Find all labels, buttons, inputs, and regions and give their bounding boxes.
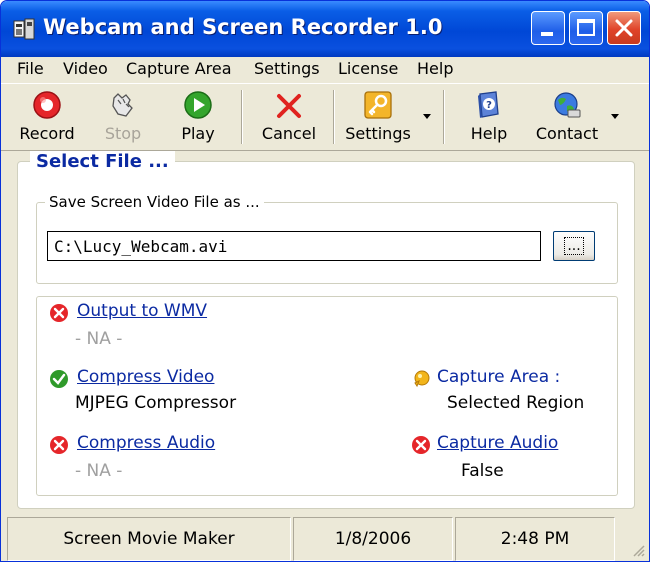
record-button[interactable]: Record [11, 88, 83, 146]
settings-dropdown-arrow-icon[interactable] [423, 114, 431, 119]
minimize-icon [541, 32, 553, 36]
save-file-legend: Save Screen Video File as ... [45, 193, 264, 211]
compress-audio-link[interactable]: Compress Audio [77, 433, 215, 453]
stop-button[interactable]: Stop [93, 88, 153, 146]
lightbulb-hint-icon [414, 370, 430, 388]
menu-settings[interactable]: Settings [254, 57, 320, 81]
output-wmv-value: - NA - [75, 329, 123, 349]
svg-text:?: ? [486, 100, 492, 111]
app-window: Webcam and Screen Recorder 1.0 File Vide… [0, 0, 650, 562]
toolbar-separator [241, 90, 243, 144]
browse-label: ... [564, 237, 584, 255]
toolbar: Record Stop Play Cancel Settings ? Help … [1, 83, 649, 151]
menu-bar: File Video Capture Area Settings License… [1, 57, 649, 81]
capture-area-value: Selected Region [447, 393, 585, 413]
cancel-x-icon [277, 94, 301, 118]
minimize-button[interactable] [531, 11, 565, 45]
app-recorder-icon [13, 18, 35, 40]
cancel-label: Cancel [261, 124, 317, 143]
title-bar[interactable]: Webcam and Screen Recorder 1.0 [1, 1, 649, 57]
contact-label: Contact [535, 124, 599, 143]
resize-grip-icon[interactable] [631, 543, 645, 557]
cancel-button[interactable]: Cancel [255, 88, 323, 146]
capture-audio-link[interactable]: Capture Audio [437, 433, 558, 453]
capture-audio-value: False [461, 461, 504, 481]
contact-button[interactable]: Contact [529, 88, 605, 146]
select-file-legend: Select File ... [30, 151, 175, 172]
check-ok-icon [50, 370, 68, 388]
menu-video[interactable]: Video [63, 57, 108, 81]
status-bar: Screen Movie Maker 1/8/2006 2:48 PM [1, 517, 649, 561]
record-label: Record [19, 124, 75, 143]
help-button[interactable]: ? Help [461, 88, 517, 146]
select-file-group: Select File ... Save Screen Video File a… [17, 151, 635, 509]
play-label: Play [181, 124, 215, 143]
error-x-icon [50, 436, 68, 454]
record-icon [33, 91, 61, 119]
status-time: 2:48 PM [455, 517, 615, 561]
toolbar-separator [443, 90, 445, 144]
capture-area-label: Capture Area : [437, 367, 561, 387]
settings-button[interactable]: Settings [341, 88, 415, 146]
menu-help[interactable]: Help [417, 57, 453, 81]
compress-video-value: MJPEG Compressor [75, 393, 237, 413]
close-button[interactable] [607, 11, 641, 45]
compress-video-link[interactable]: Compress Video [77, 367, 214, 387]
error-x-icon [412, 436, 430, 454]
help-book-icon: ? [478, 91, 499, 118]
window-title: Webcam and Screen Recorder 1.0 [43, 15, 443, 39]
stop-hand-icon [112, 93, 133, 117]
file-path-input[interactable] [47, 231, 541, 261]
contact-globe-icon [554, 92, 581, 118]
settings-label: Settings [345, 124, 411, 143]
browse-button[interactable]: ... [553, 231, 595, 261]
status-date: 1/8/2006 [293, 517, 453, 561]
contact-dropdown-arrow-icon[interactable] [611, 114, 619, 119]
status-app-name: Screen Movie Maker [7, 517, 291, 561]
error-x-icon [50, 304, 68, 322]
save-file-group: Save Screen Video File as ... ... [36, 193, 618, 284]
stop-label: Stop [104, 124, 142, 143]
close-icon [615, 19, 633, 37]
play-button[interactable]: Play [167, 88, 229, 146]
help-label: Help [470, 124, 508, 143]
menu-capture-area[interactable]: Capture Area [126, 57, 232, 81]
output-wmv-link[interactable]: Output to WMV [77, 301, 207, 321]
maximize-icon [577, 19, 595, 36]
settings-key-icon [364, 91, 392, 119]
menu-license[interactable]: License [338, 57, 398, 81]
menu-file[interactable]: File [17, 57, 44, 81]
maximize-button[interactable] [569, 11, 603, 45]
options-group: Output to WMV - NA - Compress Video MJPE… [36, 296, 618, 496]
toolbar-separator [333, 90, 335, 144]
compress-audio-value: - NA - [75, 461, 123, 481]
play-icon [184, 91, 212, 119]
